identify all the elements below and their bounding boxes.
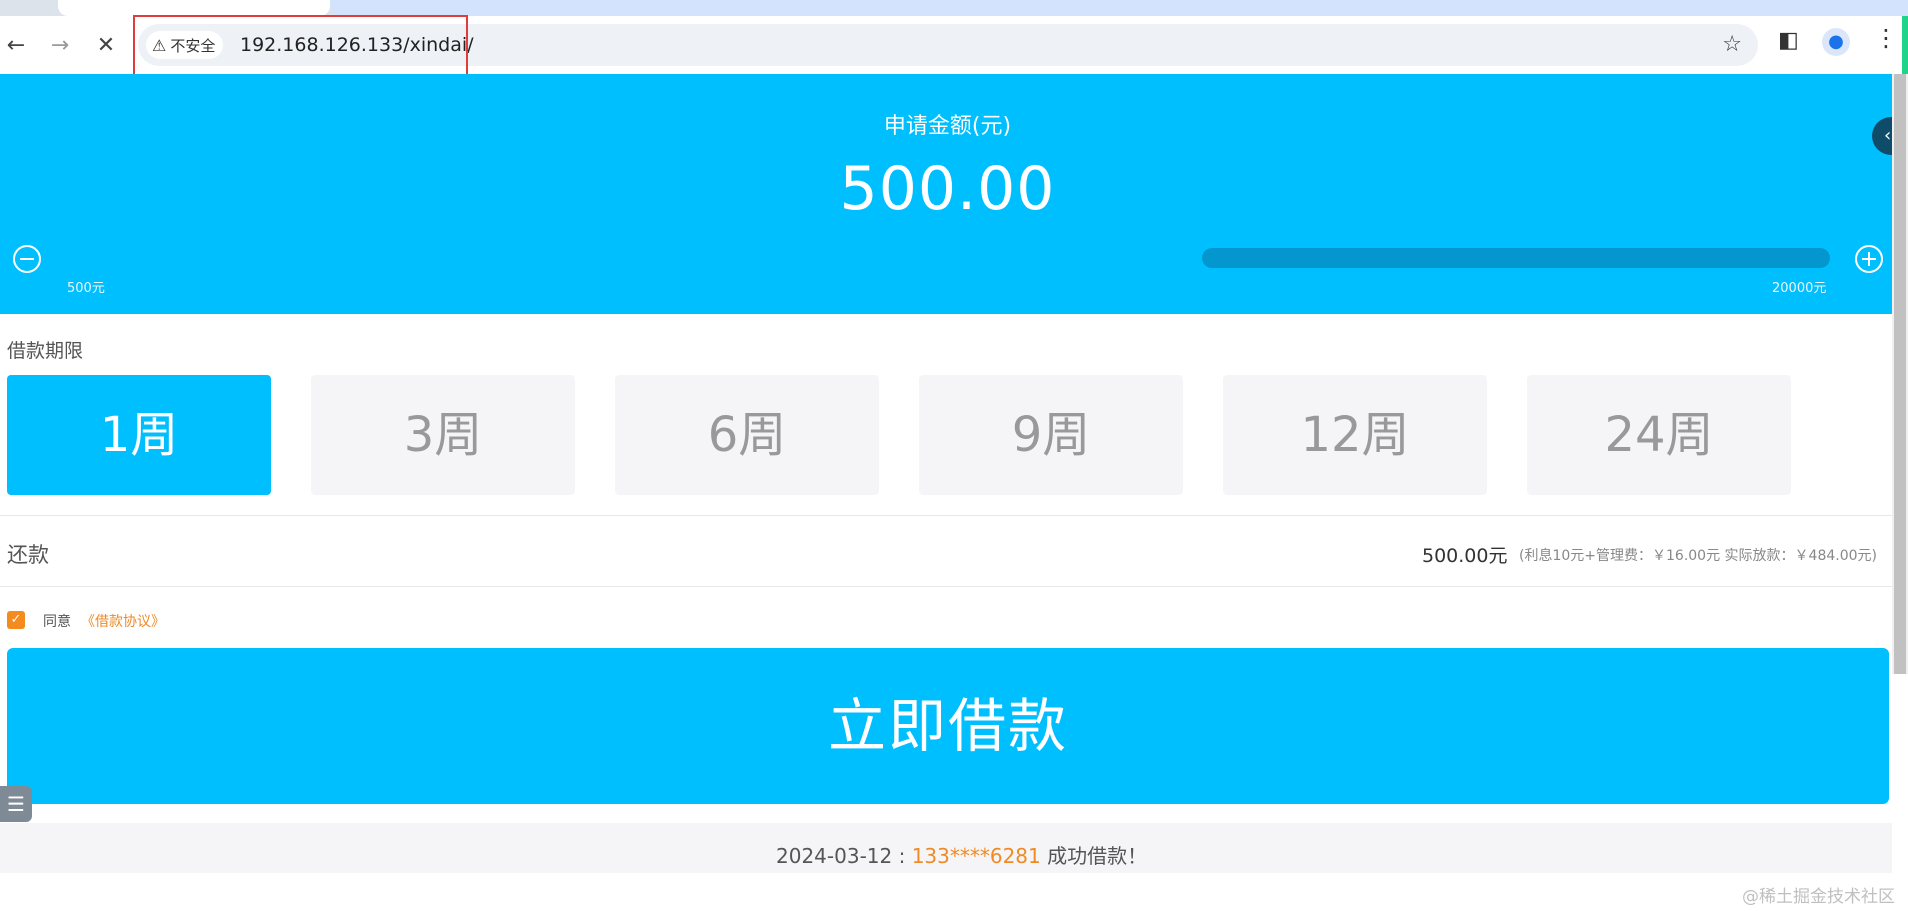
repayment-detail: (利息10元+管理费：￥16.00元 实际放款：￥484.00元) — [1519, 548, 1877, 564]
annotation-highlight-box — [133, 15, 468, 81]
repayment-label: 还款 — [7, 543, 49, 567]
term-option-24[interactable]: 24周 — [1527, 375, 1791, 495]
minus-circle-icon[interactable] — [13, 245, 41, 273]
divider — [0, 586, 1892, 587]
repayment-amount: 500.00元 — [1422, 545, 1508, 567]
person-icon[interactable]: ● — [1822, 28, 1850, 56]
agree-text: 同意 — [43, 614, 71, 630]
range-max-label: 20000元 — [1772, 281, 1827, 296]
amount-title: 申请金额(元) — [883, 114, 1012, 139]
divider — [0, 515, 1892, 516]
scrollbar-thumb[interactable] — [1894, 74, 1906, 674]
back-button[interactable]: ← — [2, 32, 30, 60]
tab-strip — [0, 0, 1908, 16]
term-option-6[interactable]: 6周 — [615, 375, 879, 495]
close-icon: ✕ — [96, 33, 116, 58]
edge-indicator — [1902, 16, 1908, 74]
plus-circle-icon[interactable] — [1855, 245, 1883, 273]
range-min-label: 500元 — [67, 281, 105, 296]
list-menu-icon[interactable]: ☰ — [0, 786, 32, 822]
arrow-left-icon: ← — [6, 33, 26, 58]
ticker-text: 成功借款！ — [1040, 844, 1148, 868]
inactive-tab-area[interactable] — [330, 0, 1908, 16]
term-option-3[interactable]: 3周 — [311, 375, 575, 495]
term-option-1[interactable]: 1周 — [7, 375, 271, 495]
ticker-phone: 133****6281 — [911, 844, 1041, 868]
agree-checkbox[interactable]: ✓ — [7, 611, 25, 629]
success-ticker: 2024-03-12 : 133****6281 成功借款！ — [0, 823, 1892, 873]
stop-button[interactable]: ✕ — [92, 32, 120, 60]
amount-panel: 申请金额(元) 500.00 500元 20000元 — [0, 74, 1895, 314]
kebab-menu-icon[interactable]: ⋮ — [1874, 24, 1898, 52]
side-panel-icon[interactable]: ◧ — [1778, 28, 1799, 53]
ticker-date: 2024-03-12 : — [776, 844, 912, 868]
active-tab[interactable] — [58, 0, 330, 16]
ticker-item: 2024-03-12 : 133****6281 成功借款！ — [776, 840, 1147, 869]
term-option-12[interactable]: 12周 — [1223, 375, 1487, 495]
apply-loan-button[interactable]: 立即借款 — [7, 648, 1889, 804]
arrow-right-icon: → — [50, 33, 70, 58]
term-option-9[interactable]: 9周 — [919, 375, 1183, 495]
checkmark-icon: ✓ — [10, 612, 22, 627]
forward-button[interactable]: → — [46, 32, 74, 60]
amount-value: 500.00 — [839, 154, 1056, 224]
loan-term-label: 借款期限 — [7, 340, 84, 362]
watermark: @稀土掘金技术社区 — [1742, 887, 1895, 907]
amount-slider[interactable] — [1202, 248, 1830, 268]
loan-agreement-link[interactable]: 《借款协议》 — [81, 611, 165, 631]
star-icon[interactable]: ☆ — [1722, 32, 1742, 57]
